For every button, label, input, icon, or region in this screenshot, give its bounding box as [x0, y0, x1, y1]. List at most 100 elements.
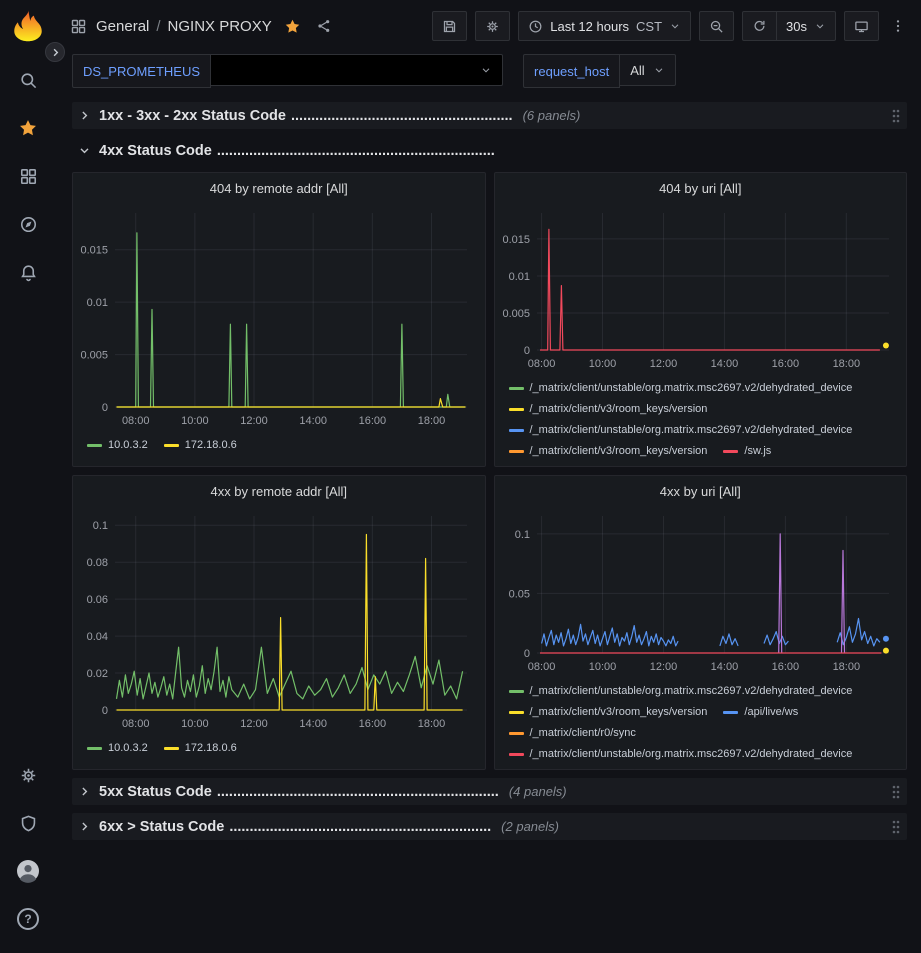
- legend-item[interactable]: /api/live/ws: [723, 703, 798, 721]
- legend-item[interactable]: 172.18.0.6: [164, 436, 237, 454]
- panel-row: 404 by remote addr [All] 08:0010:0012:00…: [72, 172, 907, 467]
- sidebar-item-search[interactable]: [4, 58, 52, 102]
- svg-text:0.1: 0.1: [93, 520, 108, 532]
- row-drag-handle[interactable]: [891, 819, 901, 835]
- panel-header[interactable]: 4xx by remote addr [All]: [73, 476, 485, 506]
- sidebar-expand-toggle[interactable]: [45, 42, 65, 62]
- refresh-button[interactable]: [742, 11, 777, 41]
- legend-item[interactable]: 172.18.0.6: [164, 739, 237, 757]
- legend-item[interactable]: /_matrix/client/v3/room_keys/version: [509, 400, 708, 418]
- clock-icon: [528, 19, 543, 34]
- dashboard-grid: 1xx - 3xx - 2xx Status Code ............…: [56, 96, 921, 953]
- breadcrumb-dashboard-title[interactable]: NGINX PROXY: [168, 18, 272, 35]
- sidebar-item-profile[interactable]: [4, 849, 52, 893]
- row-title: 4xx Status Code: [99, 143, 212, 159]
- chevron-down-icon: [78, 144, 91, 157]
- caret-down-icon: [480, 64, 492, 76]
- panel-header[interactable]: 4xx by uri [All]: [495, 476, 907, 506]
- panel-title-text: 4xx by uri [All]: [660, 484, 741, 499]
- time-picker-button[interactable]: Last 12 hours CST: [518, 11, 691, 41]
- series-label: /_matrix/client/v3/room_keys/version: [530, 703, 708, 721]
- panel-4xx-by-remote-addr: 4xx by remote addr [All] 08:0010:0012:00…: [72, 475, 486, 770]
- time-range-label: Last 12 hours: [550, 19, 629, 34]
- caret-down-icon: [814, 20, 826, 32]
- series-label: /_matrix/client/unstable/org.matrix.msc2…: [530, 421, 853, 439]
- legend-item[interactable]: 10.0.3.2: [87, 436, 148, 454]
- svg-text:0.06: 0.06: [87, 594, 108, 606]
- chevron-right-icon: [50, 47, 61, 58]
- favorite-star-button[interactable]: [281, 15, 304, 38]
- sidebar-item-alerting[interactable]: [4, 250, 52, 294]
- svg-text:12:00: 12:00: [649, 661, 677, 673]
- time-series-chart[interactable]: 08:0010:0012:0014:0016:0018:0000.0050.01…: [497, 203, 903, 376]
- tv-mode-button[interactable]: [844, 11, 879, 41]
- row-header-1xx-3xx-2xx[interactable]: 1xx - 3xx - 2xx Status Code ............…: [72, 102, 907, 129]
- svg-text:0.015: 0.015: [502, 234, 530, 246]
- series-color-swatch: [164, 444, 179, 447]
- legend-item[interactable]: /_matrix/client/unstable/org.matrix.msc2…: [509, 421, 853, 439]
- grafana-logo[interactable]: [10, 8, 46, 44]
- row-drag-handle[interactable]: [891, 784, 901, 800]
- svg-text:10:00: 10:00: [181, 415, 209, 427]
- kebab-menu-button[interactable]: [887, 15, 909, 37]
- navbar-actions: Last 12 hours CST 30s: [432, 11, 909, 41]
- row-drag-handle[interactable]: [891, 108, 901, 124]
- row-header-6xx[interactable]: 6xx > Status Code ......................…: [72, 813, 907, 840]
- question-circle-icon: ?: [17, 908, 39, 930]
- svg-text:16:00: 16:00: [771, 358, 799, 370]
- save-dashboard-button[interactable]: [432, 11, 467, 41]
- legend-item[interactable]: /_matrix/client/unstable/org.matrix.msc2…: [509, 379, 853, 397]
- row-header-4xx[interactable]: 4xx Status Code ........................…: [72, 137, 907, 164]
- time-series-chart[interactable]: 08:0010:0012:0014:0016:0018:0000.020.040…: [75, 506, 481, 736]
- chevron-right-icon: [78, 820, 91, 833]
- legend-item[interactable]: /_matrix/client/unstable/org.matrix.msc2…: [509, 682, 853, 700]
- time-series-chart[interactable]: 08:0010:0012:0014:0016:0018:0000.050.1: [497, 506, 903, 679]
- breadcrumb-folder[interactable]: General: [96, 18, 149, 35]
- panel-header[interactable]: 404 by remote addr [All]: [73, 173, 485, 203]
- sidebar-item-starred[interactable]: [4, 106, 52, 150]
- legend-item[interactable]: /_matrix/client/unstable/org.matrix.msc2…: [509, 745, 853, 763]
- row-header-5xx[interactable]: 5xx Status Code ........................…: [72, 778, 907, 805]
- panel-row: 4xx by remote addr [All] 08:00 10:00 12:00…: [72, 475, 907, 770]
- sidebar-item-help[interactable]: ?: [4, 897, 52, 941]
- variable-value-dropdown[interactable]: [211, 54, 503, 86]
- legend-item[interactable]: 10.0.3.2: [87, 739, 148, 757]
- variable-ds-prometheus: DS_PROMETHEUS: [72, 54, 503, 88]
- time-series-chart[interactable]: 08:0010:0012:0014:0016:0018:0000.0050.01…: [75, 203, 481, 433]
- panel-4xx-by-uri: 4xx by uri [All] 08:0010:0012:0014:0016:…: [494, 475, 908, 770]
- series-color-swatch: [723, 711, 738, 714]
- series-color-swatch: [87, 444, 102, 447]
- svg-text:12:00: 12:00: [240, 415, 268, 427]
- series-color-swatch: [87, 747, 102, 750]
- sidebar-item-server-admin[interactable]: [4, 801, 52, 845]
- legend-item[interactable]: /sw.js: [723, 442, 771, 460]
- dashboard-settings-button[interactable]: [475, 11, 510, 41]
- row-title: 5xx Status Code: [99, 784, 212, 800]
- apps-grid-icon: [19, 167, 38, 186]
- row-title-dots: ........................................…: [291, 108, 513, 124]
- row-panel-count: (4 panels): [509, 784, 567, 799]
- series-label: 172.18.0.6: [185, 436, 237, 454]
- svg-text:10:00: 10:00: [588, 661, 616, 673]
- variable-value-dropdown[interactable]: All: [620, 54, 675, 86]
- refresh-interval-button[interactable]: 30s: [777, 11, 836, 41]
- svg-text:0: 0: [102, 705, 108, 717]
- panel-header[interactable]: 404 by uri [All]: [495, 173, 907, 203]
- svg-text:0.02: 0.02: [87, 668, 108, 680]
- share-button[interactable]: [313, 15, 335, 37]
- sidebar-item-explore[interactable]: [4, 202, 52, 246]
- legend-item[interactable]: /_matrix/client/v3/room_keys/version: [509, 442, 708, 460]
- gear-icon: [485, 19, 500, 34]
- svg-text:16:00: 16:00: [359, 718, 387, 730]
- legend-item[interactable]: /_matrix/client/r0/sync: [509, 724, 636, 742]
- star-icon: [18, 118, 38, 138]
- zoom-out-button[interactable]: [699, 11, 734, 41]
- panel-legend: /_matrix/client/unstable/org.matrix.msc2…: [495, 679, 907, 769]
- legend-item[interactable]: /_matrix/client/v3/room_keys/version: [509, 703, 708, 721]
- svg-text:08:00: 08:00: [527, 661, 555, 673]
- svg-text:14:00: 14:00: [299, 415, 327, 427]
- sidebar-item-dashboards[interactable]: [4, 154, 52, 198]
- row-title-dots: ........................................…: [217, 784, 499, 800]
- sidebar-item-configuration[interactable]: [4, 753, 52, 797]
- series-color-swatch: [509, 711, 524, 714]
